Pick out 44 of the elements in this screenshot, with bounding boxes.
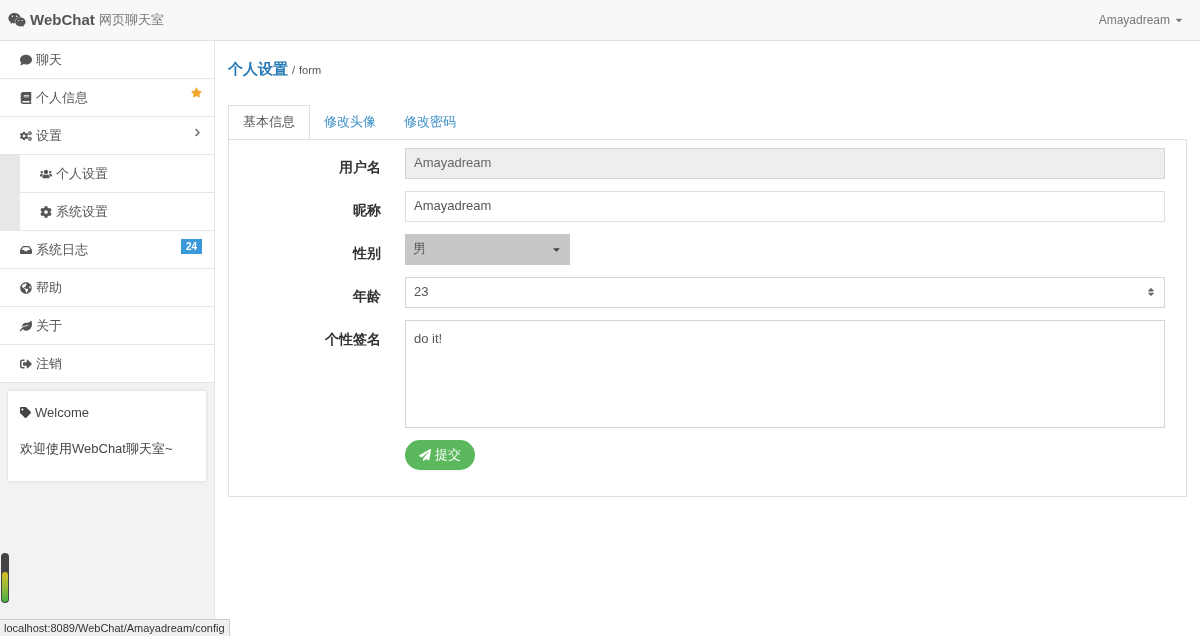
spinner-icon [1146, 287, 1156, 297]
welcome-text: 欢迎使用WebChat聊天室~ [20, 439, 174, 458]
breadcrumb-current: 个人设置 [228, 59, 288, 79]
paper-plane-icon [419, 448, 431, 461]
tag-icon [20, 407, 31, 419]
brand-title[interactable]: WebChat [30, 8, 95, 32]
sidebar-item[interactable]: 个人信息 [0, 79, 214, 117]
submenu-item[interactable]: 系统设置 [20, 193, 214, 231]
field-label: 昵称 [353, 201, 381, 218]
book-icon [20, 91, 32, 104]
gear-icon [40, 205, 52, 218]
field-label: 用户名 [339, 158, 381, 175]
inbox-icon [20, 243, 32, 256]
sidebar-item[interactable]: 系统日志 24 [0, 231, 214, 269]
breadcrumb-sub: form [299, 63, 322, 78]
count-badge: 24 [180, 239, 202, 254]
tab[interactable]: 修改密码 [390, 104, 470, 139]
globe-icon [20, 281, 32, 294]
sidebar-item[interactable]: 关于 [0, 307, 214, 345]
sign-out-icon [20, 357, 32, 370]
speech-bubble-icon [20, 53, 32, 66]
leaf-icon [20, 319, 32, 332]
field-label: 性别 [353, 244, 381, 261]
submenu-item[interactable]: 个人设置 [20, 155, 214, 193]
field-label: 个性签名 [325, 330, 381, 347]
tab[interactable]: 基本信息 [228, 104, 310, 139]
sidebar-item[interactable]: 帮助 [0, 269, 214, 307]
select-field[interactable]: 男 [405, 233, 570, 265]
number-field[interactable]: 23 [405, 276, 1165, 308]
users-icon [40, 167, 52, 180]
sidebar-item[interactable]: 设置 [0, 117, 214, 155]
sidebar-item[interactable]: 注销 [0, 345, 214, 383]
welcome-title: Welcome [35, 404, 89, 422]
level-meter-drawing [1, 553, 9, 603]
tab[interactable]: 修改头像 [310, 104, 390, 139]
text-field[interactable]: Amayadream [405, 190, 1165, 222]
chat-logo-icon [8, 11, 26, 29]
field-label: 年龄 [353, 287, 381, 304]
brand-subtitle: 网页聊天室 [98, 11, 164, 30]
textarea-field[interactable]: do it! [405, 319, 1165, 428]
user-menu[interactable]: Amayadream [1098, 11, 1184, 29]
sidebar-item[interactable]: 聊天 [0, 41, 214, 79]
gears-icon [20, 129, 32, 142]
breadcrumb-separator: / [292, 63, 296, 78]
